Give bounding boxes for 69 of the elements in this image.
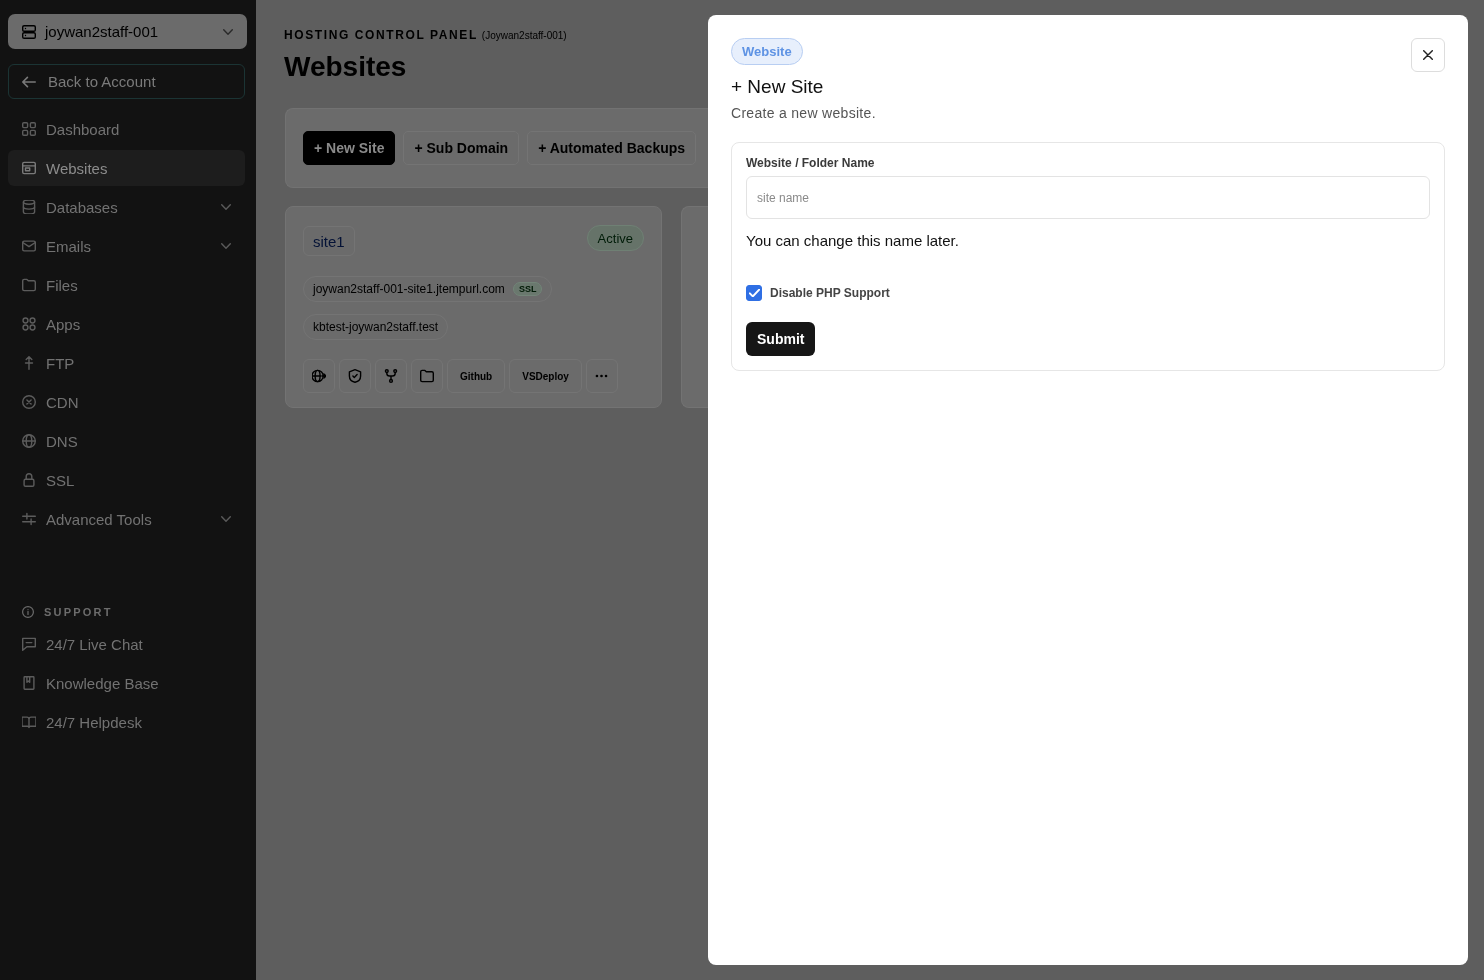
nav-item[interactable]: Dashboard — [8, 111, 245, 147]
support-link[interactable]: 24/7 Live Chat — [8, 626, 245, 662]
site-link[interactable]: site1 — [303, 226, 355, 256]
account-switcher[interactable]: joywan2staff-001 — [8, 14, 247, 49]
book-icon — [22, 676, 36, 690]
info-icon — [22, 606, 34, 618]
status-badge: Active — [586, 225, 644, 251]
checkbox[interactable] — [746, 285, 762, 301]
dialog-title: + New Site — [731, 75, 824, 99]
account-label: (Joywan2staff-001) — [481, 30, 567, 41]
field-hint: You can change this name later. — [746, 232, 959, 250]
arrow-left-icon — [22, 74, 36, 89]
checkmark-icon — [748, 289, 760, 297]
support-link[interactable]: Knowledge Base — [8, 665, 245, 701]
nav-item[interactable]: Advanced Tools — [8, 501, 245, 537]
database-icon — [22, 200, 36, 214]
ssl-badge: SSL — [512, 282, 543, 296]
action-button[interactable]: VSDeploy — [509, 359, 582, 393]
support-link[interactable]: 24/7 Helpdesk — [8, 704, 245, 740]
section-heading: SUPPORT — [44, 606, 113, 618]
back-link[interactable]: Back to Account — [8, 64, 245, 99]
panel-label: HOSTING CONTROL PANEL — [284, 28, 478, 42]
checkbox-label[interactable]: Disable PHP Support — [770, 286, 890, 300]
action-button[interactable] — [411, 359, 443, 393]
globe-arrow-icon — [312, 369, 326, 383]
nav-item[interactable]: FTP — [8, 345, 245, 381]
page-title: Websites — [284, 50, 408, 84]
folder-name-field[interactable]: site name — [746, 176, 1430, 219]
globe-icon — [22, 434, 36, 448]
action-button[interactable] — [375, 359, 407, 393]
sliders-icon — [22, 512, 36, 526]
field-label: Website / Folder Name — [746, 156, 875, 170]
toolbar-button[interactable]: + Automated Backups — [527, 131, 697, 165]
arrow-up-icon — [22, 356, 36, 370]
close-icon — [1423, 50, 1433, 60]
action-button[interactable]: Github — [447, 359, 506, 393]
nav-item[interactable]: Apps — [8, 306, 245, 342]
dialog-subtitle: Create a new website. — [731, 104, 876, 122]
nav-item[interactable]: DNS — [8, 423, 245, 459]
toolbar-button[interactable]: + New Site — [303, 131, 396, 165]
action-button[interactable] — [303, 359, 335, 393]
grid-icon — [22, 122, 36, 136]
nav-item[interactable]: Websites — [8, 150, 245, 186]
chevron-down-icon — [223, 28, 233, 35]
server-icon — [22, 24, 36, 39]
more-dots-icon — [595, 374, 609, 378]
folder-icon — [420, 369, 434, 383]
shield-check-icon — [348, 369, 362, 383]
nav-item[interactable]: SSL — [8, 462, 245, 498]
category-tag: Website — [731, 38, 803, 65]
submit-button[interactable]: Submit — [746, 322, 816, 356]
nav-item[interactable]: Databases — [8, 189, 245, 225]
chat-bubble-icon — [22, 637, 36, 651]
four-circles-icon — [22, 317, 36, 331]
lock-icon — [22, 473, 36, 487]
branch-fork-icon — [384, 369, 398, 383]
toolbar-button[interactable]: + Sub Domain — [403, 131, 520, 165]
nav-item[interactable]: CDN — [8, 384, 245, 420]
domain-text: kbtest-joywan2staff.test — [313, 320, 439, 334]
folder-icon — [22, 278, 36, 292]
close-button[interactable] — [1411, 38, 1445, 72]
browser-window-icon — [22, 161, 36, 175]
open-book-icon — [22, 715, 36, 729]
domain-text: joywan2staff-001-site1.jtempurl.com — [313, 282, 505, 296]
circle-x-icon — [22, 395, 36, 409]
envelope-icon — [22, 239, 36, 253]
action-button[interactable] — [339, 359, 371, 393]
nav-item[interactable]: Files — [8, 267, 245, 303]
nav-item[interactable]: Emails — [8, 228, 245, 264]
